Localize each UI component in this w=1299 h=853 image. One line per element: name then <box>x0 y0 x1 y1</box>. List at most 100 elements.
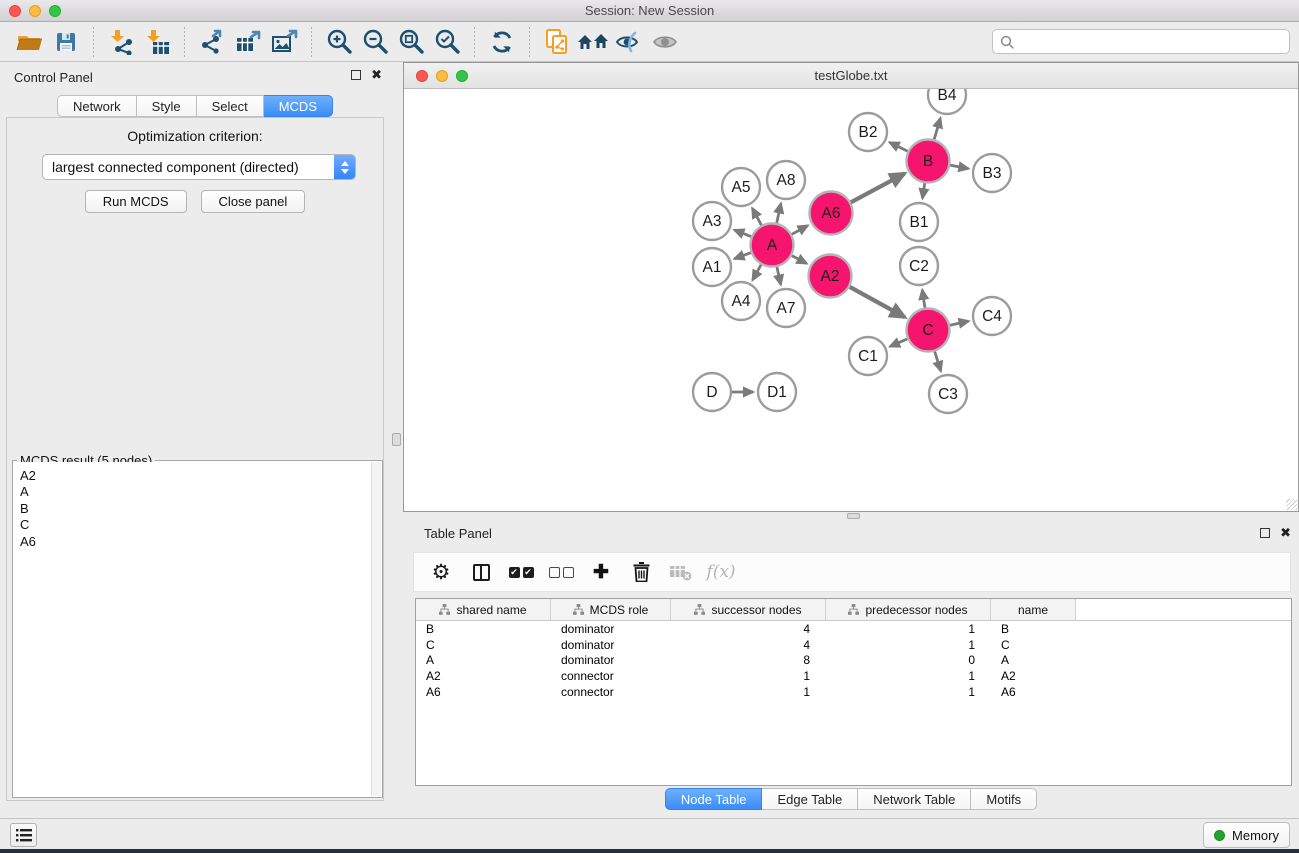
tab-select[interactable]: Select <box>197 95 264 117</box>
export-image-button[interactable] <box>266 25 302 59</box>
result-item-a2[interactable]: A2 <box>20 468 371 484</box>
result-item-c[interactable]: C <box>20 517 371 533</box>
zoom-selected-button[interactable] <box>429 25 465 59</box>
graph-node-B2[interactable]: B2 <box>849 113 887 151</box>
memory-button[interactable]: Memory <box>1203 822 1290 848</box>
hide-all-columns-button[interactable] <box>544 556 578 588</box>
save-session-button[interactable] <box>48 25 84 59</box>
mcds-result-list[interactable]: A2ABCA6 <box>14 462 371 796</box>
show-all-columns-button[interactable]: ✔✔ <box>504 556 538 588</box>
add-column-button[interactable]: ✚ <box>584 556 618 588</box>
graph-edge-A-A3[interactable] <box>734 230 751 237</box>
graph-edge-C-C1[interactable] <box>890 339 907 347</box>
zoom-in-button[interactable] <box>321 25 357 59</box>
import-table-button[interactable] <box>139 25 175 59</box>
graph-edge-A-A8[interactable] <box>777 204 781 224</box>
column-header-predecessor-nodes[interactable]: predecessor nodes <box>826 599 991 620</box>
column-header-shared-name[interactable]: shared name <box>416 599 551 620</box>
horizontal-splitter-handle[interactable] <box>847 513 860 519</box>
float-panel-icon[interactable] <box>351 70 361 80</box>
task-history-button[interactable] <box>10 823 37 847</box>
run-mcds-button[interactable]: Run MCDS <box>85 190 187 213</box>
search-field[interactable] <box>992 29 1290 54</box>
result-item-b[interactable]: B <box>20 501 371 517</box>
graph-node-C[interactable]: C <box>907 309 950 352</box>
close-table-panel-icon[interactable]: ✖ <box>1280 528 1291 538</box>
search-input[interactable] <box>1019 32 1289 52</box>
zoom-fit-button[interactable] <box>393 25 429 59</box>
tab-network-table[interactable]: Network Table <box>858 788 971 810</box>
network-canvas[interactable]: B4B2BB3A8A5A6A3B1AC2A1A2A4A7C4CC1C3DD1 <box>404 89 1298 511</box>
graph-edge-A-A2[interactable] <box>792 256 807 264</box>
graph-edge-A-A1[interactable] <box>735 253 751 259</box>
column-header-name[interactable]: name <box>991 599 1076 620</box>
graph-node-A[interactable]: A <box>751 224 794 267</box>
tab-network[interactable]: Network <box>57 95 137 117</box>
graph-edge-C-C3[interactable] <box>935 352 941 372</box>
export-network-button[interactable] <box>194 25 230 59</box>
column-settings-button[interactable]: ⚙ <box>424 556 458 588</box>
close-panel-icon[interactable]: ✖ <box>371 70 382 80</box>
splitter-handle[interactable] <box>392 433 401 446</box>
delete-column-button[interactable] <box>624 556 658 588</box>
network-window-titlebar[interactable]: testGlobe.txt <box>404 63 1298 89</box>
graph-edge-A-A4[interactable] <box>753 265 762 280</box>
open-session-button[interactable] <box>12 25 48 59</box>
graph-node-B[interactable]: B <box>907 140 950 183</box>
graph-node-D1[interactable]: D1 <box>758 373 796 411</box>
graph-node-B1[interactable]: B1 <box>900 203 938 241</box>
table-row-a2[interactable]: A2connector11A2 <box>416 668 1291 684</box>
network-overview-button[interactable] <box>539 25 575 59</box>
first-neighbors-button[interactable] <box>575 25 611 59</box>
graph-edge-A6-B[interactable] <box>851 174 905 203</box>
graph-node-D[interactable]: D <box>693 373 731 411</box>
tab-node-table[interactable]: Node Table <box>665 788 763 810</box>
criterion-dropdown[interactable]: largest connected component (directed) <box>42 154 356 180</box>
graph-node-A2[interactable]: A2 <box>809 255 852 298</box>
column-header-successor-nodes[interactable]: successor nodes <box>671 599 826 620</box>
table-row-b[interactable]: Bdominator41B <box>416 621 1291 637</box>
graph-edge-A-A7[interactable] <box>777 267 781 285</box>
resize-grip-icon[interactable] <box>1286 499 1297 510</box>
graph-node-A7[interactable]: A7 <box>767 289 805 327</box>
graph-node-C4[interactable]: C4 <box>973 297 1011 335</box>
graph-edge-C-C2[interactable] <box>922 290 925 308</box>
graph-node-A6[interactable]: A6 <box>810 192 853 235</box>
result-scrollbar[interactable] <box>371 462 381 796</box>
graph-edge-C-C4[interactable] <box>950 321 969 325</box>
result-item-a[interactable]: A <box>20 484 371 500</box>
graph-node-A1[interactable]: A1 <box>693 248 731 286</box>
float-table-panel-icon[interactable] <box>1260 528 1270 538</box>
table-row-a[interactable]: Adominator80A <box>416 652 1291 668</box>
apply-layout-button[interactable] <box>484 25 520 59</box>
graph-edge-A2-C[interactable] <box>850 287 905 317</box>
graph-node-C3[interactable]: C3 <box>929 375 967 413</box>
tab-style[interactable]: Style <box>137 95 197 117</box>
panel-splitter[interactable] <box>390 62 403 818</box>
show-all-button[interactable] <box>647 25 683 59</box>
column-header-mcds-role[interactable]: MCDS role <box>551 599 671 620</box>
graph-edge-B-B3[interactable] <box>950 165 968 169</box>
graph-edge-B-B4[interactable] <box>934 118 940 139</box>
hide-selected-button[interactable] <box>611 25 647 59</box>
tab-mcds[interactable]: MCDS <box>264 95 333 117</box>
result-item-a6[interactable]: A6 <box>20 534 371 550</box>
graph-edge-B-B2[interactable] <box>890 142 908 151</box>
graph-edge-A-A6[interactable] <box>792 226 808 235</box>
graph-node-B4[interactable]: B4 <box>928 89 966 114</box>
tab-motifs[interactable]: Motifs <box>971 788 1037 810</box>
zoom-out-button[interactable] <box>357 25 393 59</box>
graph-edge-B-B1[interactable] <box>923 183 925 198</box>
graph-node-A8[interactable]: A8 <box>767 161 805 199</box>
table-row-c[interactable]: Cdominator41C <box>416 637 1291 653</box>
graph-node-A3[interactable]: A3 <box>693 202 731 240</box>
graph-edge-A-A5[interactable] <box>752 208 761 225</box>
table-row-a6[interactable]: A6connector11A6 <box>416 684 1291 700</box>
graph-node-C2[interactable]: C2 <box>900 247 938 285</box>
graph-node-A4[interactable]: A4 <box>722 282 760 320</box>
graph-node-B3[interactable]: B3 <box>973 154 1011 192</box>
export-table-button[interactable] <box>230 25 266 59</box>
tab-edge-table[interactable]: Edge Table <box>762 788 858 810</box>
close-panel-button[interactable]: Close panel <box>201 190 306 213</box>
panel-layout-button[interactable] <box>464 556 498 588</box>
